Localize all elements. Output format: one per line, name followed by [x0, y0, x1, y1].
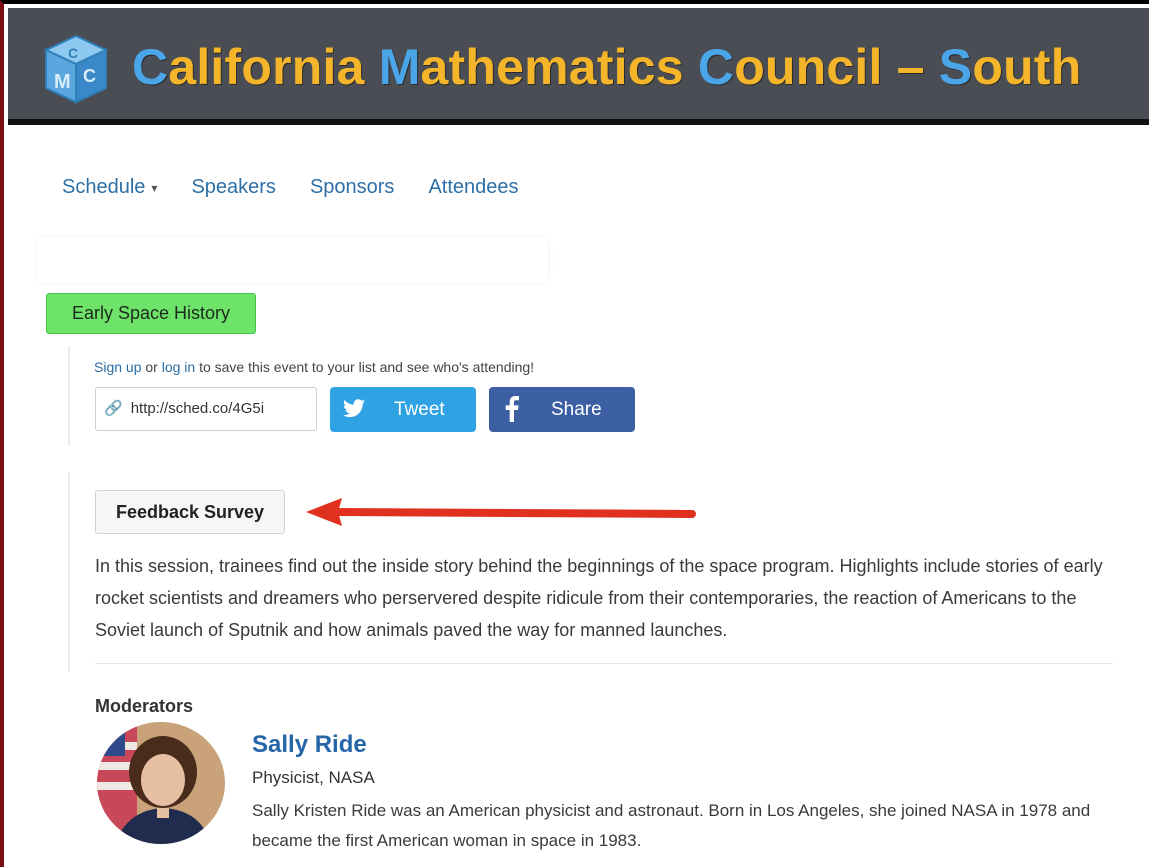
divider	[95, 663, 1113, 664]
site-title: California Mathematics Council – South	[132, 38, 1081, 96]
nav-item-schedule[interactable]: Schedule ▾	[62, 176, 157, 199]
chevron-down-icon: ▾	[151, 180, 158, 195]
nav-item-speakers[interactable]: Speakers	[191, 176, 276, 199]
share-label: Share	[551, 399, 602, 420]
title-text: outh	[972, 39, 1082, 95]
title-capital-letter: S	[938, 39, 973, 95]
nav-item-label: Schedule	[62, 176, 146, 198]
title-capital-letter: C	[697, 39, 735, 95]
title-capital-letter: C	[132, 39, 169, 95]
svg-text:C: C	[83, 66, 96, 86]
nav-item-sponsors[interactable]: Sponsors	[310, 176, 395, 199]
moderator-name-link[interactable]: Sally Ride	[252, 731, 367, 759]
site-banner: M C C California Mathematics Council – S…	[8, 8, 1149, 125]
signup-prompt: Sign up or log in to save this event to …	[94, 359, 534, 375]
tweet-button[interactable]: Tweet	[330, 387, 476, 432]
main-nav: Schedule ▾ Speakers Sponsors Attendees	[62, 176, 519, 199]
section-rule	[68, 346, 70, 446]
facebook-share-button[interactable]: Share	[489, 387, 635, 432]
title-text: ouncil –	[734, 39, 939, 95]
title-text: athematics	[420, 39, 698, 95]
facebook-f-icon	[505, 396, 519, 422]
short-url-text: http://sched.co/4G5i	[130, 400, 265, 417]
feedback-survey-button[interactable]: Feedback Survey	[95, 490, 285, 534]
svg-text:C: C	[68, 45, 78, 61]
signup-rest-text: to save this event to your list and see …	[195, 359, 535, 375]
link-icon: 🔗	[104, 400, 123, 417]
moderator-bio: Sally Kristen Ride was an American physi…	[252, 801, 1091, 850]
moderator-photo	[97, 722, 225, 844]
red-arrow-annotation	[306, 498, 696, 526]
moderators-heading: Moderators	[95, 696, 194, 716]
tweet-label: Tweet	[394, 399, 445, 420]
moderator-title: Physicist, NASA	[252, 768, 375, 787]
screenshot-frame: M C C California Mathematics Council – S…	[0, 0, 1149, 867]
avatar[interactable]	[97, 722, 225, 844]
nav-shadow-panel	[38, 238, 548, 282]
title-capital-letter: M	[378, 39, 421, 95]
cmc-logo-icon: M C C	[43, 34, 109, 104]
twitter-bird-icon	[343, 399, 365, 418]
event-type-tag[interactable]: Early Space History	[46, 293, 256, 334]
svg-text:M: M	[54, 71, 71, 93]
signup-or-text: or	[141, 359, 162, 375]
nav-item-attendees[interactable]: Attendees	[428, 176, 518, 199]
section-rule	[68, 472, 70, 672]
title-text: alifornia	[168, 39, 379, 95]
short-url-field[interactable]: 🔗 http://sched.co/4G5i	[95, 387, 317, 431]
signup-link[interactable]: Sign up	[94, 359, 141, 375]
login-link[interactable]: log in	[162, 359, 195, 375]
event-description: In this session, trainees find out the i…	[95, 556, 1103, 640]
